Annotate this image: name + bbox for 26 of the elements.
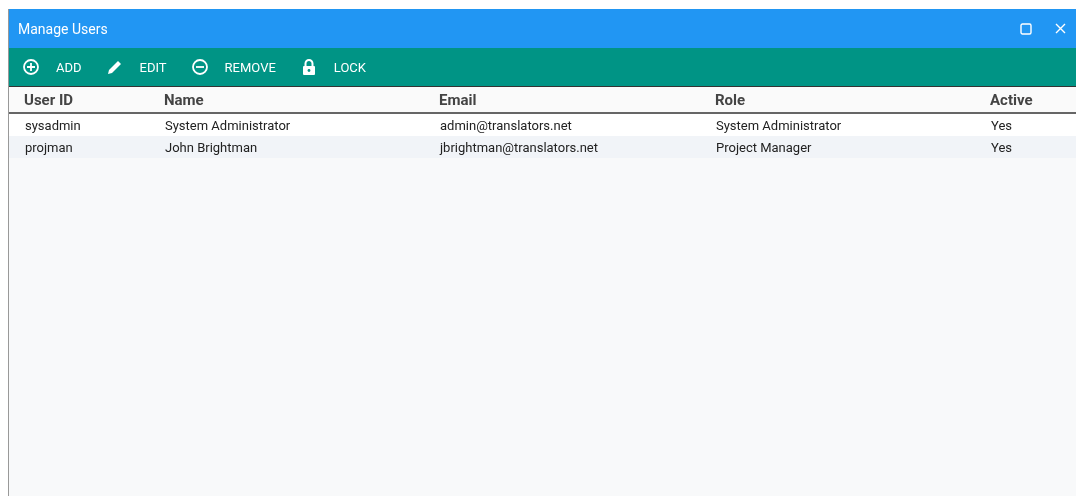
column-header[interactable]: Name	[149, 87, 424, 112]
window-title: Manage Users	[18, 20, 109, 37]
pencil-icon	[105, 58, 124, 76]
lock-button[interactable]: LOCK	[291, 54, 374, 80]
add-icon	[22, 58, 40, 76]
column-header[interactable]: Active	[975, 87, 1076, 112]
table-cell-text: System Administrator	[715, 116, 843, 135]
table-cell-text: projman	[24, 138, 74, 157]
column-header[interactable]: Email	[424, 87, 700, 112]
column-header[interactable]: Role	[700, 87, 975, 112]
table-cell-text: jbrightman@translators.net	[438, 138, 600, 157]
table-row[interactable]: sysadmin System Administrator admin@translators.net System Administrator Yes	[9, 114, 1076, 136]
table-cell-text: sysadmin	[24, 116, 82, 135]
table-cell-text: Yes	[990, 116, 1013, 135]
table-cell-text: Project Manager	[715, 138, 813, 157]
edit-button[interactable]: EDIT	[97, 54, 175, 80]
remove-button[interactable]: REMOVE	[182, 54, 284, 80]
table-cell-text: admin@translators.net	[439, 116, 573, 135]
table-cell-text: Yes	[990, 138, 1013, 157]
add-button[interactable]: ADD	[14, 54, 90, 80]
maximize-button[interactable]	[1018, 20, 1034, 37]
remove-icon	[190, 58, 209, 76]
table-row[interactable]: projman John Brightman jbrightman@translators.net Project Manager Yes	[9, 136, 1076, 158]
table-cell-text: John Brightman	[164, 138, 259, 157]
column-header[interactable]: User ID	[9, 87, 149, 112]
table-cell-text: System Administrator	[164, 116, 292, 135]
